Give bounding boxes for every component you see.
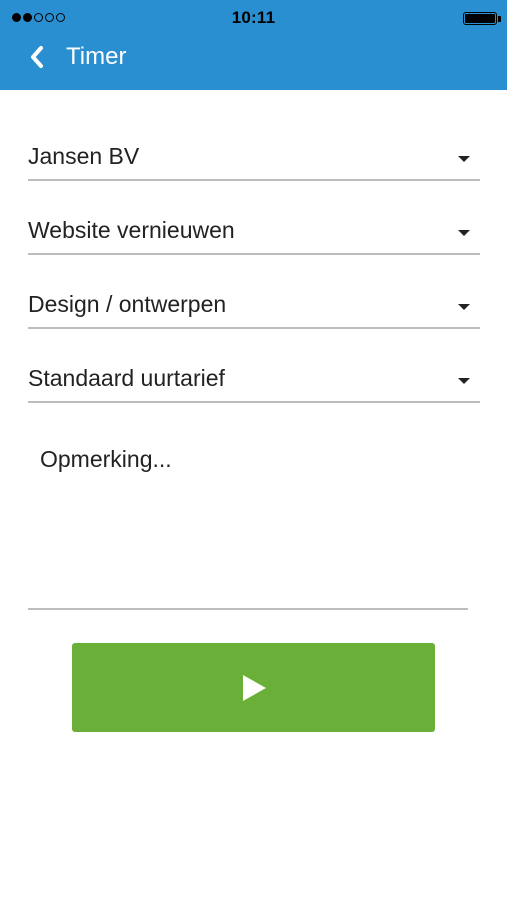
task-select[interactable]: Design / ontwerpen — [28, 285, 480, 329]
rate-select-value: Standaard uurtarief — [28, 365, 225, 391]
remark-textarea[interactable] — [28, 430, 468, 608]
task-select-value: Design / ontwerpen — [28, 291, 227, 317]
caret-down-icon — [458, 378, 470, 384]
caret-down-icon — [458, 304, 470, 310]
chevron-left-icon — [31, 46, 43, 68]
status-bar: 10:11 — [0, 0, 507, 36]
battery-icon — [463, 12, 497, 25]
app-header: 10:11 Timer — [0, 0, 507, 90]
page-title: Timer — [66, 43, 127, 70]
navigation-bar: Timer — [0, 36, 507, 90]
status-time: 10:11 — [231, 8, 276, 27]
client-select-value: Jansen BV — [28, 143, 140, 169]
caret-down-icon — [458, 230, 470, 236]
battery-level — [465, 14, 495, 23]
start-timer-button[interactable] — [72, 643, 435, 732]
remark-field-container — [28, 430, 468, 610]
back-button[interactable] — [22, 42, 52, 72]
caret-down-icon — [458, 156, 470, 162]
project-select[interactable]: Website vernieuwen — [28, 211, 480, 255]
rate-select[interactable]: Standaard uurtarief — [28, 359, 480, 403]
battery-tip — [498, 16, 501, 22]
project-select-value: Website vernieuwen — [28, 217, 235, 243]
play-icon — [242, 674, 266, 701]
client-select[interactable]: Jansen BV — [28, 137, 480, 181]
